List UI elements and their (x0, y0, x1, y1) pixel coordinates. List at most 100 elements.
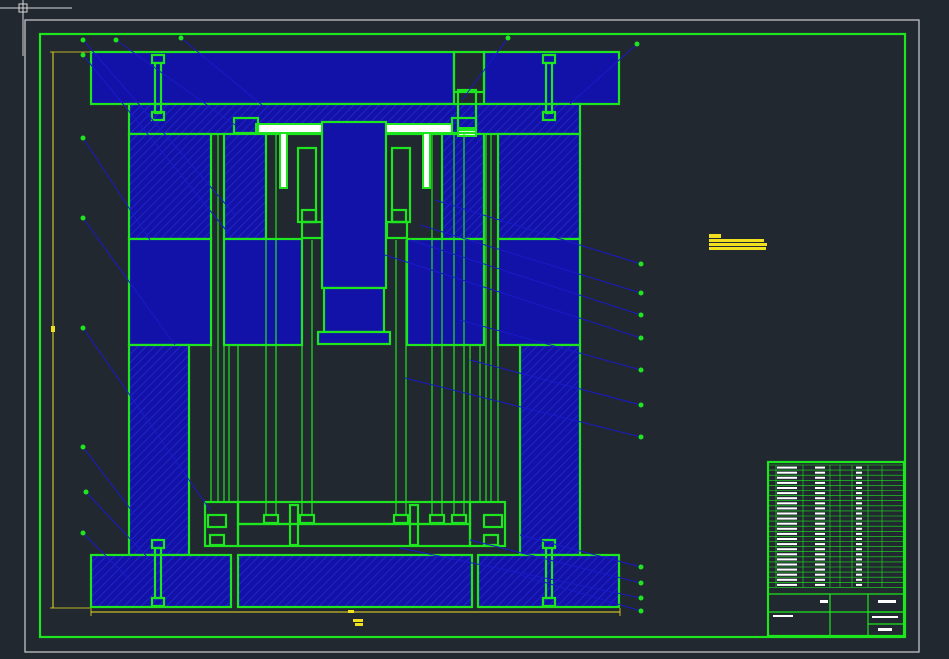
slider-left-block (300, 208, 318, 224)
bom-cell-text (777, 573, 797, 576)
bom-cell-text (856, 466, 862, 469)
bom-cell-text (856, 568, 862, 571)
slider-right-foot (385, 220, 409, 240)
bom-cell-text (856, 517, 862, 520)
bom-cell-text (777, 481, 797, 484)
bom-cell-text (777, 517, 797, 520)
bom-cell-text (856, 527, 862, 530)
bom-cell-text (777, 548, 797, 551)
bottom-clamp-plate-center (236, 553, 474, 609)
bom-cell-text (856, 476, 862, 479)
core-plate-right (496, 237, 582, 347)
crosshair-cursor (0, 0, 72, 56)
bom-cell-text (856, 578, 862, 581)
bom-cell-text (856, 553, 862, 556)
bom-cell-text (815, 502, 825, 505)
bom-cell-text (856, 497, 862, 500)
central-core (320, 120, 388, 290)
sprue-puller-left (279, 132, 288, 189)
core-plate-left (127, 237, 213, 347)
bom-cell-text (815, 471, 825, 474)
bom-cell-text (856, 538, 862, 540)
bom-cell-text (777, 563, 797, 566)
bom-cell-text (777, 492, 797, 495)
bom-cell-text (815, 558, 825, 561)
bom-cell-text (815, 512, 825, 515)
bom-cell-text (777, 476, 797, 479)
core-base-flange (316, 330, 392, 346)
bom-cell-text (815, 543, 825, 546)
bom-cell-text (856, 481, 862, 484)
top-clamp-plate-left (89, 50, 456, 106)
bom-cell-text (815, 538, 825, 540)
bom-cell-text (777, 583, 797, 586)
core-insert-left (222, 237, 304, 347)
bom-cell-text (856, 548, 862, 551)
bom-cell-text (777, 558, 797, 561)
width-dimension (90, 608, 621, 626)
core-base-block (322, 286, 386, 334)
bom-cell-text (777, 507, 797, 510)
cad-viewport[interactable] (0, 0, 949, 659)
bom-cell-text (815, 507, 825, 510)
bom-cell-text (777, 466, 797, 469)
bom-cell-text (777, 502, 797, 505)
bom-cell-text (815, 492, 825, 495)
bom-cell-text (856, 558, 862, 561)
runner-bar-right (385, 123, 453, 134)
bom-cell-text (815, 481, 825, 484)
core-insert-right (405, 237, 486, 347)
bom-cell-text (777, 487, 797, 489)
spacer-block-left (127, 343, 191, 557)
bom-cell-text (777, 568, 797, 571)
slider-right-block (390, 208, 408, 224)
bom-cell-text (815, 466, 825, 469)
bom-cell-text (856, 471, 862, 474)
bom-cell-text (777, 543, 797, 546)
cavity-insert-left (222, 132, 268, 241)
ejector-retainer-plate (236, 500, 472, 526)
sprue-gap (452, 50, 486, 94)
bom-cell-text (777, 497, 797, 500)
sprue-puller-right (422, 132, 431, 189)
bom-cell-text (856, 522, 862, 525)
bom-cell-text (815, 583, 825, 586)
bom-cell-text (777, 532, 797, 535)
bom-cell-text (815, 527, 825, 530)
bom-cell-text (777, 471, 797, 474)
bom-cell-text (777, 512, 797, 515)
bom-cell-text (815, 497, 825, 500)
bom-cell-text (856, 563, 862, 566)
bom-cell-text (856, 487, 862, 489)
bom-cell-text (815, 578, 825, 581)
bom-cell-text (815, 568, 825, 571)
bom-cell-text (815, 553, 825, 556)
bom-cell-text (815, 476, 825, 479)
bom-cell-text (815, 522, 825, 525)
bom-cell-text (856, 532, 862, 535)
slider-left-foot (300, 220, 324, 240)
bom-cell-text (777, 538, 797, 540)
cavity-plate-left (127, 132, 213, 241)
bom-cell-text (856, 543, 862, 546)
ejector-plate (236, 522, 472, 548)
bom-cell-text (815, 487, 825, 489)
bom-cell-text (856, 507, 862, 510)
mold-assembly (89, 50, 621, 609)
bom-cell-text (777, 522, 797, 525)
runner-bar-left (255, 123, 323, 134)
ejector-plate-box-right (468, 500, 507, 548)
cavity-insert-right (440, 132, 486, 241)
bom-cell-text (856, 573, 862, 576)
bom-cell-text (856, 492, 862, 495)
bom-cell-text (777, 578, 797, 581)
title-block (766, 460, 906, 638)
bom-cell-text (815, 548, 825, 551)
bom-cell-text (777, 553, 797, 556)
bom-cell-text (856, 512, 862, 515)
bom-cell-text (856, 583, 862, 586)
bottom-clamp-plate-right (476, 553, 621, 609)
bom-cell-text (856, 502, 862, 505)
bom-cell-text (815, 563, 825, 566)
bom-cell-text (815, 573, 825, 576)
